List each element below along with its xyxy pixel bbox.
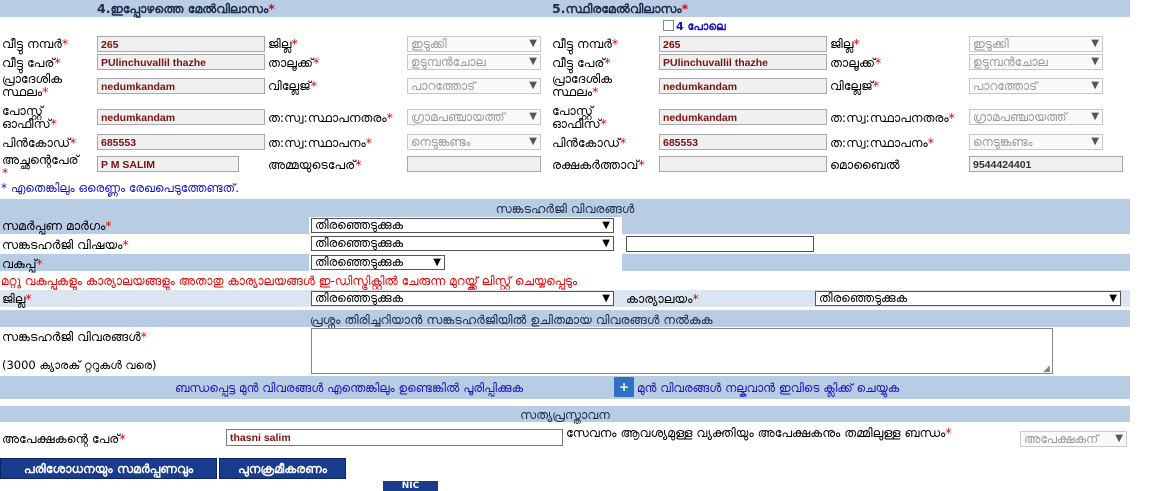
present-house-name-label: വീട്ടു പേര്* xyxy=(2,55,61,70)
perm-lb-type-select[interactable]: ഗ്രാമപഞ്ചായത്ത് ▼ xyxy=(969,109,1103,125)
perm-post-input[interactable]: nedumkandam xyxy=(659,109,827,125)
father-name-label: അച്ഛന്റെപേര് * xyxy=(2,152,79,180)
present-pin-label: പിൻകോഡ്* xyxy=(2,135,77,150)
present-house-no-label: വീട്ടു നമ്പർ* xyxy=(2,36,69,51)
same-as-present-label: 4 പോലെ xyxy=(676,20,726,33)
guardian-label: രക്ഷകർത്താവ്* xyxy=(552,157,645,172)
declaration-title: സത്യപ്രസ്താവന xyxy=(520,407,610,422)
present-place-input[interactable]: nedumkandam xyxy=(97,78,265,94)
reset-button[interactable]: പുനക്രമീകരണം xyxy=(219,458,346,479)
chevron-down-icon: ▼ xyxy=(529,56,537,67)
chevron-down-icon: ▼ xyxy=(1091,38,1099,49)
permanent-address-title: 5.സ്ഥിരമേൽവിലാസം* xyxy=(552,1,689,16)
present-lb-type-select[interactable]: ഗ്രാമപഞ്ചായത്ത് ▼ xyxy=(407,109,541,125)
guardian-input[interactable] xyxy=(659,156,827,172)
grievance-district-select[interactable]: തിരഞ്ഞെടുക്കുക ▼ xyxy=(311,291,614,306)
subject-select[interactable]: തിരഞ്ഞെടുക്കുക ▼ xyxy=(311,236,614,251)
present-post-input[interactable]: nedumkandam xyxy=(97,109,265,125)
present-taluk-label: താലൂക്ക്* xyxy=(268,55,320,70)
present-pin-input[interactable]: 685553 xyxy=(97,134,265,150)
resize-handle-icon[interactable]: ◢ xyxy=(1043,364,1050,374)
chevron-down-icon: ▼ xyxy=(1091,80,1099,91)
perm-district-label: ജില്ല* xyxy=(830,36,860,51)
perm-house-no-input[interactable]: 265 xyxy=(659,36,827,52)
department-select[interactable]: തിരഞ്ഞെടുക്കുക ▼ xyxy=(311,255,445,270)
present-village-select[interactable]: പാറത്തോട് ▼ xyxy=(407,78,541,94)
chevron-down-icon: ▼ xyxy=(602,238,610,249)
department-note: മറ്റു വകുപ്പുകളും കാര്യാലയങ്ങളും അതാതു ക… xyxy=(1,274,578,288)
subject-other-input[interactable] xyxy=(626,236,814,252)
chevron-down-icon: ▼ xyxy=(602,220,610,231)
present-lb-label: ത:സ്വ:സ്ഥാപനം* xyxy=(268,135,372,150)
mobile-input[interactable]: 9544424401 xyxy=(969,156,1123,172)
chevron-down-icon: ▼ xyxy=(1115,433,1123,444)
mode-select[interactable]: തിരഞ്ഞെടുക്കുക ▼ xyxy=(311,218,614,233)
perm-village-label: വില്ലേജ്* xyxy=(830,78,879,93)
present-house-no-input[interactable]: 265 xyxy=(97,36,265,52)
perm-district-select[interactable]: ഇടുക്കി ▼ xyxy=(969,36,1103,52)
perm-village-select[interactable]: പാറത്തോട് ▼ xyxy=(969,78,1103,94)
present-place-label: പ്രാദേശിക സ്ഥലം* xyxy=(2,71,63,99)
details-limit: (3000 ക്യാരക് റ്ററുകൾ വരെ) xyxy=(2,358,157,372)
perm-house-name-label: വീട്ടു പേര്* xyxy=(552,55,611,70)
office-select[interactable]: തിരഞ്ഞെടുക്കുക ▼ xyxy=(815,291,1121,306)
perm-lb-select[interactable]: നെടുങ്കണ്ടം ▼ xyxy=(969,134,1103,150)
verify-submit-button[interactable]: പരിശോധനയും സമർപ്പണവും xyxy=(0,458,217,479)
nic-logo: NIC xyxy=(383,481,438,491)
same-as-present-checkbox[interactable] xyxy=(663,20,674,31)
chevron-down-icon: ▼ xyxy=(433,257,441,268)
mode-label: സമർപ്പണ മാർഗം* xyxy=(2,218,112,233)
present-district-label: ജില്ല* xyxy=(268,36,298,51)
perm-taluk-select[interactable]: ഉടുമ്പൻചോല ▼ xyxy=(969,54,1103,70)
applicant-name-label: അപേക്ഷകന്റെ പേര്* xyxy=(2,431,126,446)
mother-name-input[interactable] xyxy=(407,156,541,172)
chevron-down-icon: ▼ xyxy=(529,136,537,147)
perm-lb-label: ത:സ്വ:സ്ഥാപനം* xyxy=(830,135,934,150)
perm-post-label: പോസ്റ്റ് ഓഫീസ്* xyxy=(552,103,607,131)
chevron-down-icon: ▼ xyxy=(529,38,537,49)
prior-band xyxy=(0,376,1130,399)
chevron-down-icon: ▼ xyxy=(1091,111,1099,122)
present-lb-select[interactable]: നെടുങ്കണ്ടം ▼ xyxy=(407,134,541,150)
chevron-down-icon: ▼ xyxy=(1091,136,1099,147)
perm-lb-type-label: ത:സ്വ:സ്ഥാപനതരം* xyxy=(830,110,955,125)
father-name-input[interactable]: P M SALIM xyxy=(97,156,239,172)
perm-taluk-label: താലൂക്ക്* xyxy=(830,55,882,70)
present-address-title: 4.ഇപ്പോഴത്തെ മേൽവിലാസം* xyxy=(97,1,275,16)
chevron-down-icon: ▼ xyxy=(1109,293,1117,304)
details-label: സങ്കടഹർജി വിവരങ്ങൾ* xyxy=(2,329,147,344)
perm-pin-label: പിൻകോഡ്* xyxy=(552,135,627,150)
department-label: വകുപ്പ്* xyxy=(2,256,43,271)
chevron-down-icon: ▼ xyxy=(529,111,537,122)
perm-house-name-input[interactable]: PUlinchuvallil thazhe xyxy=(659,54,827,70)
perm-pin-input[interactable]: 685553 xyxy=(659,134,827,150)
chevron-down-icon: ▼ xyxy=(529,80,537,91)
one-required-note: * എതെങ്കിലും ഒരെണ്ണം രേഖപെടുത്തേണ്ടത്. xyxy=(1,181,240,195)
applicant-name-input[interactable]: thasni salim xyxy=(226,429,563,446)
relation-select[interactable]: അപേക്ഷകന് ▼ xyxy=(1020,431,1127,447)
mother-name-label: അമ്മയുടെപേര്* xyxy=(268,157,362,172)
present-lb-type-label: ത:സ്വ:സ്ഥാപനതരം* xyxy=(268,110,393,125)
prior-text-right: മുൻ വിവരങ്ങൾ നല്കുവാൻ ഇവിടെ ക്ലിക്ക് ചെയ… xyxy=(637,381,900,395)
details-band-text: പ്രശ്നം തിരിച്ചറിയാൻ സങ്കടഹർജിയിൽ ഉചിതമാ… xyxy=(310,312,713,327)
subject-label: സങ്കടഹർജി വിഷയം* xyxy=(2,237,129,252)
perm-house-no-label: വീട്ടു നമ്പർ* xyxy=(552,36,619,51)
grievance-district-label: ജില്ല* xyxy=(2,291,32,306)
relation-label: സേവനം ആവശ്യമുള്ള വ്യക്തിയും അപേക്ഷകനും ത… xyxy=(566,425,952,440)
present-district-select[interactable]: ഇടുക്കി ▼ xyxy=(407,36,541,52)
prior-plus-button[interactable]: + xyxy=(614,377,634,397)
office-label: കാര്യാലയം* xyxy=(626,291,699,306)
prior-text-left: ബന്ധപ്പെട്ട മുൻ വിവരങ്ങൾ എന്തെങ്കിലും ഉണ… xyxy=(175,381,524,395)
present-village-label: വില്ലേജ്* xyxy=(268,78,317,93)
perm-place-input[interactable]: nedumkandam xyxy=(659,78,827,94)
mobile-label: മൊബൈൽ xyxy=(830,157,900,172)
present-post-label: പോസ്റ്റ് ഓഫീസ്* xyxy=(2,103,57,131)
present-taluk-select[interactable]: ഉടുമ്പൻചോല ▼ xyxy=(407,54,541,70)
perm-place-label: പ്രാദേശിക സ്ഥലം* xyxy=(552,71,613,99)
details-textarea[interactable] xyxy=(311,328,1053,374)
present-house-name-input[interactable]: PUlinchuvallil thazhe xyxy=(97,54,265,70)
chevron-down-icon: ▼ xyxy=(602,293,610,304)
chevron-down-icon: ▼ xyxy=(1091,56,1099,67)
grievance-section-title: സങ്കടഹർജി വിവരങ്ങൾ xyxy=(495,201,635,216)
